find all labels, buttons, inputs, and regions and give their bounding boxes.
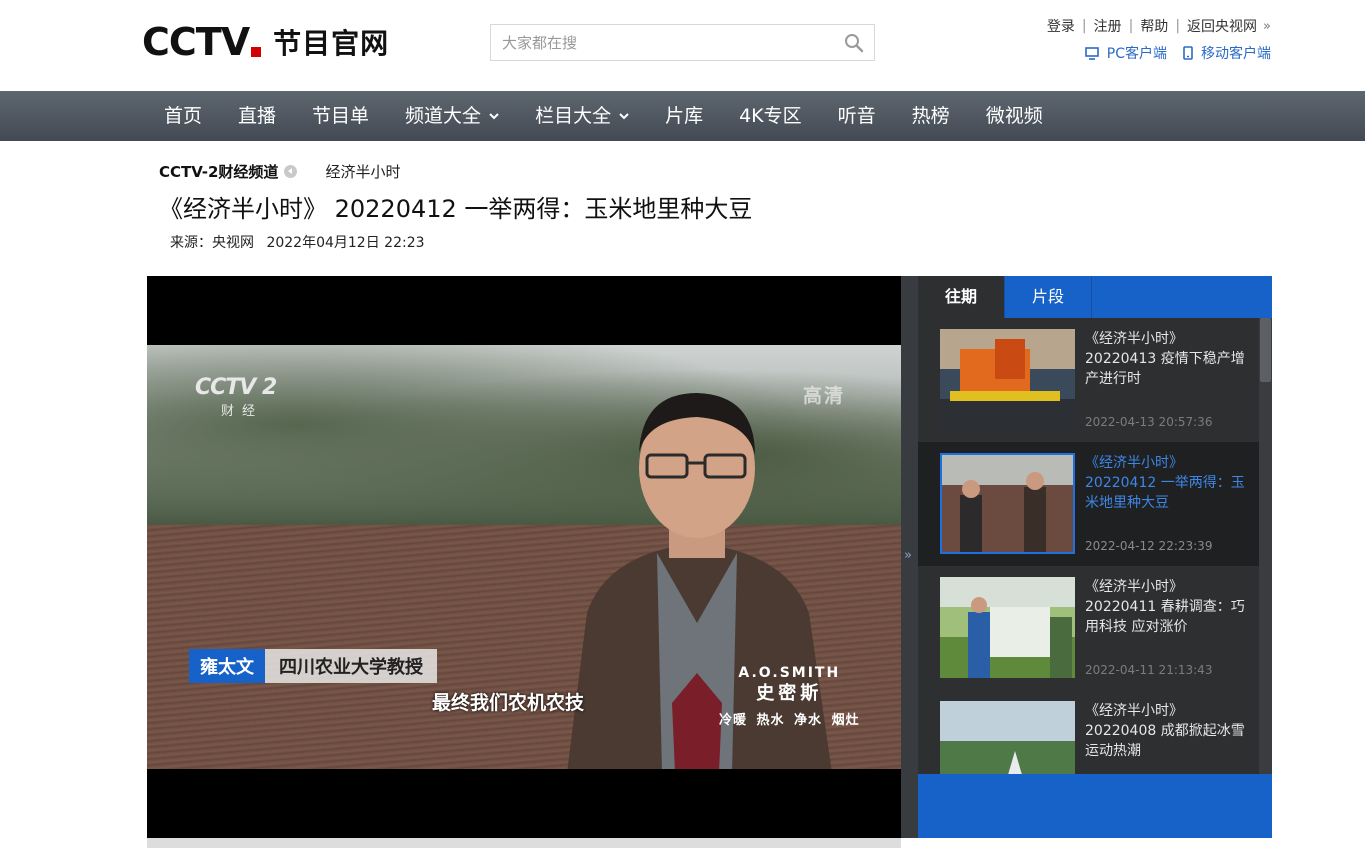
nav-item-label: 直播 <box>238 105 277 127</box>
sponsor-line-3: 冷暖 热水 净水 烟灶 <box>719 713 860 728</box>
channel-watermark-sub: 财经 <box>221 404 264 419</box>
nav-item-4[interactable]: 栏目大全 <box>517 91 647 141</box>
nav-item-2[interactable]: 节目单 <box>294 91 387 141</box>
list-item[interactable]: 《经济半小时》 20220412 一举两得：玉米地里种大豆 2022-04-12 … <box>918 442 1259 566</box>
chevron-down-icon <box>489 113 499 120</box>
article-meta: 来源：央视网 2022年04月12日 22:23 <box>170 232 425 252</box>
breadcrumb-column[interactable]: 经济半小时 <box>325 161 400 182</box>
nav-item-label: 热榜 <box>911 105 950 127</box>
nav-item-0[interactable]: 首页 <box>146 91 220 141</box>
main-nav: 首页 直播 节目单 频道大全 栏目大全 片库 4K专区 听音 热榜 微视频 <box>0 91 1365 141</box>
site-logo[interactable]: CCTV 节目官网 <box>142 20 390 64</box>
episode-thumbnail[interactable] <box>940 453 1075 554</box>
nav-item-label: 频道大全 <box>405 105 482 127</box>
video-player[interactable]: CCTV 2 财经 高清 雍太文 四川农业大学教授 最终我们农机农技 A.O.S… <box>147 276 901 838</box>
link-separator: | <box>1128 18 1134 34</box>
nav-list: 首页 直播 节目单 频道大全 栏目大全 片库 4K专区 听音 热榜 微视频 <box>146 91 1061 141</box>
tab-0[interactable]: 往期 <box>918 276 1005 318</box>
pc-client-link[interactable]: PC客户端 <box>1084 43 1167 63</box>
lower-third: 雍太文 四川农业大学教授 <box>189 649 437 683</box>
sidebar-footer <box>918 774 1272 838</box>
sidebar-toggle[interactable]: » <box>901 276 918 838</box>
nav-item-5[interactable]: 片库 <box>647 91 721 141</box>
nav-item-6[interactable]: 4K专区 <box>721 91 820 141</box>
sponsor-line-2: 史密斯 <box>756 683 823 704</box>
sidebar-tabs: 往期 片段 <box>918 276 1272 318</box>
logo-red-dot <box>251 47 262 57</box>
chevron-down-icon <box>619 113 629 120</box>
link-separator: | <box>1175 18 1181 34</box>
tab-1[interactable]: 片段 <box>1005 276 1092 318</box>
monitor-icon <box>1084 46 1099 60</box>
nav-item-label: 听音 <box>837 105 876 127</box>
logo-subtitle: 节目官网 <box>273 27 390 60</box>
episode-title[interactable]: 《经济半小时》 20220408 成都掀起冰雪运动热潮 <box>1085 701 1245 761</box>
back-arrow-icon[interactable] <box>284 165 298 178</box>
episode-list-scrollbar[interactable] <box>1259 318 1272 774</box>
list-item[interactable]: 《经济半小时》 20220411 春耕调查：巧用科技 应对涨价 2022-04-1… <box>918 566 1259 690</box>
episode-title[interactable]: 《经济半小时》 20220411 春耕调查：巧用科技 应对涨价 <box>1085 577 1245 637</box>
mobile-client-link[interactable]: 移动客户端 <box>1183 43 1271 63</box>
channel-watermark: CCTV 2 财经 <box>195 375 277 419</box>
episode-time: 2022-04-12 22:23:39 <box>1085 539 1213 553</box>
nav-item-label: 首页 <box>164 105 203 127</box>
nav-item-8[interactable]: 热榜 <box>894 91 968 141</box>
nav-item-label: 节目单 <box>312 105 370 127</box>
account-links: 登录 | 注册 | 帮助 | 返回央视网 » <box>1047 16 1271 36</box>
back-to-cctv-link[interactable]: 返回央视网 <box>1187 16 1257 36</box>
double-chevron-right-icon: » <box>1263 18 1271 34</box>
nav-item-9[interactable]: 微视频 <box>968 91 1061 141</box>
login-link[interactable]: 登录 <box>1047 16 1075 36</box>
search-icon[interactable] <box>844 33 864 53</box>
nav-item-1[interactable]: 直播 <box>220 91 294 141</box>
mobile-client-label: 移动客户端 <box>1201 46 1271 62</box>
mobile-phone-icon <box>1183 46 1193 60</box>
article-source: 来源：央视网 <box>170 235 254 251</box>
thumbnail-image <box>942 455 1073 552</box>
episode-list: 《经济半小时》 20220413 疫情下稳产增产进行时 2022-04-13 20… <box>918 318 1259 774</box>
thumbnail-image <box>940 329 1075 430</box>
thumbnail-image <box>940 577 1075 678</box>
nav-item-3[interactable]: 频道大全 <box>387 91 517 141</box>
episode-thumbnail[interactable] <box>940 329 1075 430</box>
site-header: CCTV 节目官网 登录 | 注册 | 帮助 | 返回央视网 » PC客户端 <box>0 0 1365 91</box>
register-link[interactable]: 注册 <box>1094 16 1122 36</box>
search-box <box>490 24 875 61</box>
pc-client-label: PC客户端 <box>1106 46 1167 62</box>
list-item[interactable]: 《经济半小时》 20220413 疫情下稳产增产进行时 2022-04-13 20… <box>918 318 1259 442</box>
episode-thumbnail[interactable] <box>940 577 1075 678</box>
article-datetime: 2022年04月12日 22:23 <box>266 235 425 251</box>
lower-third-role: 四川农业大学教授 <box>265 649 437 683</box>
client-links: PC客户端 移动客户端 <box>1069 43 1271 63</box>
episode-title[interactable]: 《经济半小时》 20220413 疫情下稳产增产进行时 <box>1085 329 1245 389</box>
player-bottom-bar <box>147 838 901 848</box>
sponsor-badge: A.O.SMITH 史密斯 冷暖 热水 净水 烟灶 <box>719 665 860 728</box>
episode-time: 2022-04-13 20:57:36 <box>1085 415 1213 429</box>
hd-badge: 高清 <box>803 385 846 407</box>
episode-time: 2022-04-11 21:13:43 <box>1085 663 1213 677</box>
lower-third-name: 雍太文 <box>189 649 265 683</box>
breadcrumb: CCTV-2财经频道 经济半小时 <box>159 161 400 182</box>
search-input[interactable] <box>491 25 831 60</box>
thumbnail-image <box>940 701 1075 774</box>
page-title: 《经济半小时》 20220412 一举两得：玉米地里种大豆 <box>159 195 753 223</box>
nav-item-label: 微视频 <box>985 105 1043 127</box>
episode-sidebar: 往期 片段 《经济半小时》 20220413 疫情下稳产增产进行时 2022-04-… <box>918 276 1272 838</box>
channel-watermark-name: CCTV 2 <box>195 375 277 400</box>
link-separator: | <box>1081 18 1087 34</box>
breadcrumb-channel[interactable]: CCTV-2财经频道 <box>159 161 278 182</box>
help-link[interactable]: 帮助 <box>1140 16 1168 36</box>
nav-item-7[interactable]: 听音 <box>820 91 894 141</box>
video-subtitle: 最终我们农机农技 <box>432 692 585 714</box>
double-chevron-right-icon: » <box>904 548 912 563</box>
episode-thumbnail[interactable] <box>940 701 1075 774</box>
video-frame[interactable]: CCTV 2 财经 高清 雍太文 四川农业大学教授 最终我们农机农技 A.O.S… <box>147 345 901 769</box>
logo-cctv-text: CCTV <box>142 20 250 64</box>
nav-item-label: 4K专区 <box>739 105 802 127</box>
nav-item-label: 栏目大全 <box>535 105 612 127</box>
nav-item-label: 片库 <box>665 105 704 127</box>
list-item[interactable]: 《经济半小时》 20220408 成都掀起冰雪运动热潮 <box>918 690 1259 774</box>
episode-title[interactable]: 《经济半小时》 20220412 一举两得：玉米地里种大豆 <box>1085 453 1245 513</box>
scrollbar-thumb[interactable] <box>1260 318 1271 382</box>
